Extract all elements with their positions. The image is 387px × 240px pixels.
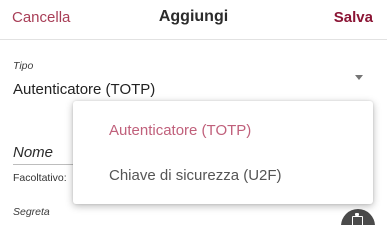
chevron-down-icon — [355, 75, 363, 80]
name-placeholder: Nome — [13, 144, 54, 161]
optional-hint: Facoltativo: — [13, 172, 67, 184]
type-label: Tipo — [13, 60, 34, 72]
paste-button[interactable] — [341, 209, 375, 225]
save-button[interactable]: Salva — [334, 9, 373, 26]
page-title: Aggiungi — [158, 8, 229, 25]
menu-item-u2f[interactable]: Chiave di sicurezza (U2F) — [109, 167, 282, 184]
type-select[interactable]: Autenticatore (TOTP) — [13, 75, 373, 103]
header-bar: Cancella Aggiungi Salva — [0, 0, 387, 40]
secret-label: Segreta — [13, 206, 50, 218]
clipboard-icon — [352, 213, 363, 225]
type-dropdown-menu: Autenticatore (TOTP) Chiave di sicurezza… — [73, 101, 373, 204]
add-key-screen: Cancella Aggiungi Salva Tipo Autenticato… — [0, 0, 387, 225]
menu-item-totp[interactable]: Autenticatore (TOTP) — [109, 122, 251, 139]
type-select-value: Autenticatore (TOTP) — [13, 81, 156, 98]
